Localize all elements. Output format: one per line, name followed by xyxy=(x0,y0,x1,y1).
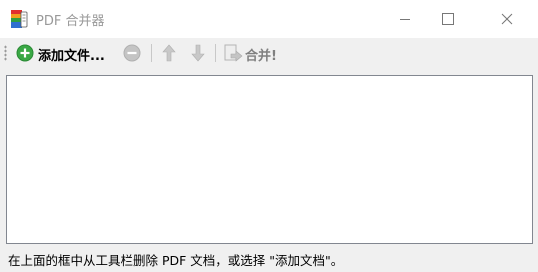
add-files-label: 添加文件... xyxy=(38,49,105,64)
add-files-button[interactable]: 添加文件... xyxy=(14,38,114,68)
arrow-down-icon xyxy=(191,44,205,62)
close-icon xyxy=(501,13,513,25)
toolbar: 添加文件... 合并! xyxy=(0,38,538,68)
pdf-file-list[interactable] xyxy=(6,75,533,244)
move-down-button[interactable] xyxy=(187,38,209,68)
colored-books-icon xyxy=(11,10,28,28)
toolbar-grip[interactable] xyxy=(4,45,7,61)
minus-circle-icon xyxy=(123,44,141,62)
merge-label: 合并! xyxy=(245,49,277,64)
merge-button[interactable]: 合并! xyxy=(221,38,285,68)
status-text: 在上面的框中从工具栏删除 PDF 文档，或选择 "添加文档"。 xyxy=(8,253,344,268)
maximize-button[interactable] xyxy=(428,0,474,38)
status-bar: 在上面的框中从工具栏删除 PDF 文档，或选择 "添加文档"。 xyxy=(0,244,538,272)
plus-circle-icon xyxy=(16,44,34,62)
window-title: PDF 合并器 xyxy=(36,14,105,29)
minimize-button[interactable] xyxy=(382,0,428,38)
move-up-button[interactable] xyxy=(158,38,180,68)
toolbar-separator xyxy=(151,44,152,62)
title-bar: PDF 合并器 xyxy=(0,0,538,38)
maximize-icon xyxy=(442,13,454,25)
arrow-up-icon xyxy=(162,44,176,62)
close-button[interactable] xyxy=(484,0,530,38)
document-arrow-icon xyxy=(224,44,243,62)
minimize-icon xyxy=(400,19,410,20)
toolbar-separator xyxy=(215,44,216,62)
remove-button[interactable] xyxy=(120,38,144,68)
